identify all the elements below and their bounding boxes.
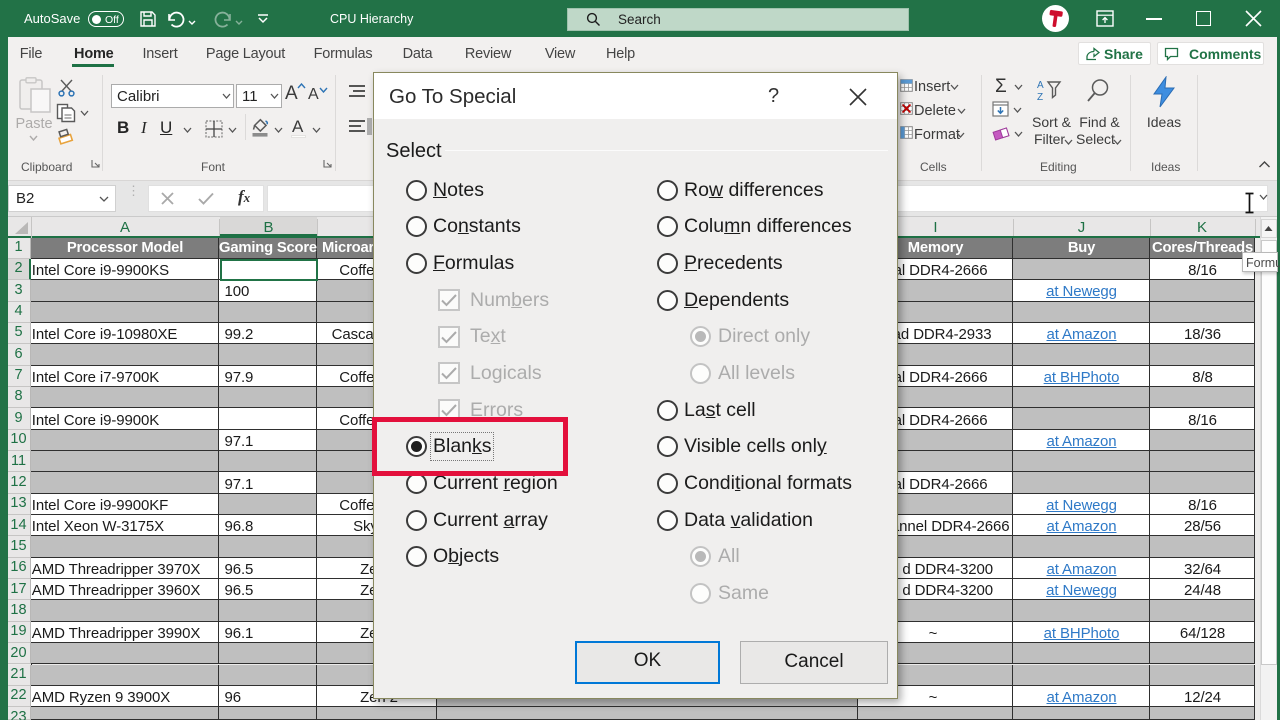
svg-text:A: A (1037, 80, 1044, 91)
svg-text:Z: Z (1037, 92, 1043, 103)
